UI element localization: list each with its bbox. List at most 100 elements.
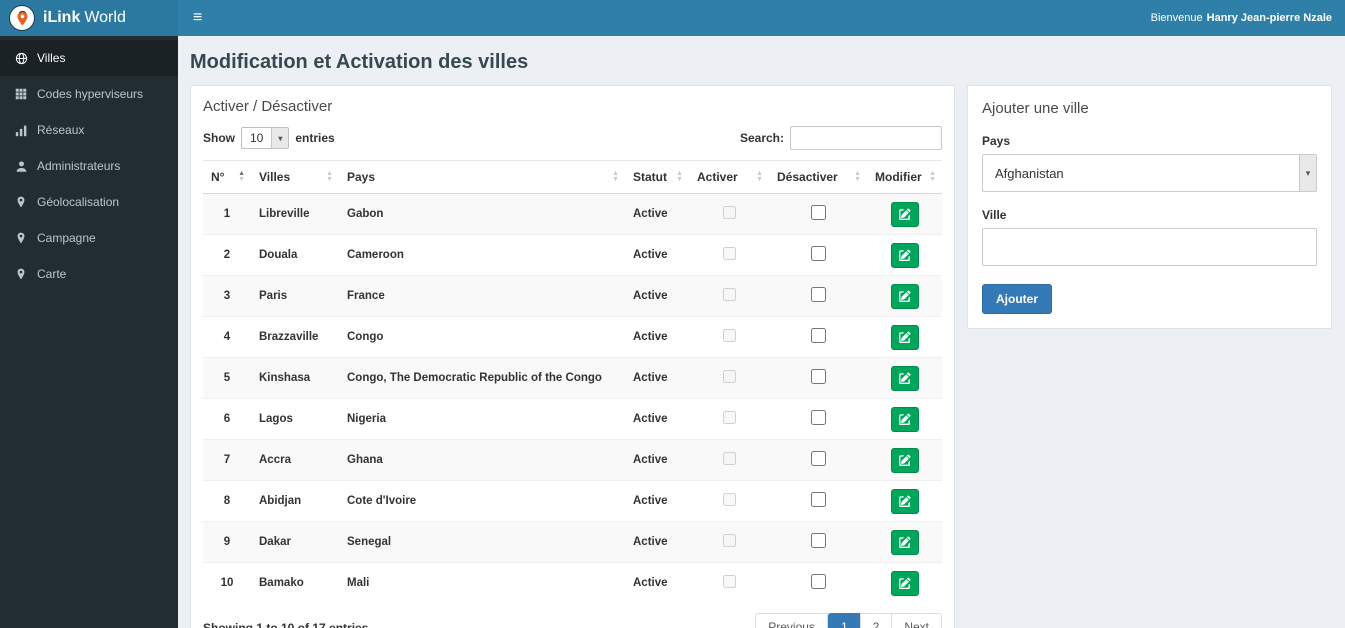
cell-modifier: [867, 357, 942, 399]
search-label: Search:: [739, 131, 784, 145]
table-header-row: N° ▲ ▼ Villes ▲ ▼ Pays ▲ ▼ Statut ▲ ▼ Active…: [203, 160, 942, 194]
cell-statut: Active: [625, 562, 689, 604]
table-card-title: Activer / Désactiver: [203, 98, 333, 115]
cell-pays: Cote d'Ivoire: [339, 480, 625, 522]
cell-activer: [689, 562, 769, 604]
table-column-header[interactable]: Villes ▲ ▼: [251, 160, 339, 194]
sort-icon: ▲ ▼: [929, 170, 936, 183]
pagination-page-2[interactable]: 2: [859, 612, 893, 628]
edit-button[interactable]: [890, 242, 919, 268]
search-input[interactable]: [790, 126, 942, 150]
ajouter-button[interactable]: Ajouter: [982, 284, 1052, 314]
edit-icon: [898, 371, 911, 385]
edit-button[interactable]: [890, 447, 919, 473]
desactiver-checkbox[interactable]: [810, 574, 826, 590]
edit-icon: [898, 494, 911, 508]
cell-statut: Active: [625, 357, 689, 399]
ville-input[interactable]: [982, 228, 1317, 266]
cell-modifier: [867, 521, 942, 563]
desactiver-checkbox[interactable]: [810, 246, 826, 261]
sidebar-item-carte[interactable]: Carte: [0, 256, 178, 292]
cell-modifier: [867, 234, 942, 276]
app-logo-icon: [9, 5, 35, 31]
edit-button[interactable]: [890, 406, 919, 432]
edit-button[interactable]: [890, 324, 919, 350]
cell-ville: Dakar: [251, 521, 339, 563]
cell-statut: Active: [625, 275, 689, 317]
activer-checkbox: [722, 206, 736, 219]
pays-selected-value: Afghanistan: [995, 165, 1064, 181]
pays-label: Pays: [982, 134, 1011, 148]
cell-activer: [689, 357, 769, 399]
cell-modifier: [867, 316, 942, 358]
pays-select[interactable]: Afghanistan ▾: [982, 154, 1317, 192]
desactiver-checkbox[interactable]: [810, 205, 826, 220]
cell-activer: [689, 439, 769, 481]
cell-activer: [689, 193, 769, 235]
cell-ville: Accra: [251, 439, 339, 481]
cell-activer: [689, 480, 769, 522]
table-row: 8 Abidjan Cote d'Ivoire Active: [203, 480, 942, 522]
content-columns: Activer / Désactiver Show 10 ▾ entries S…: [178, 85, 1345, 628]
desactiver-checkbox[interactable]: [810, 533, 826, 548]
edit-button[interactable]: [890, 529, 919, 555]
desactiver-checkbox[interactable]: [810, 369, 826, 384]
table-column-header[interactable]: Statut ▲ ▼: [625, 160, 689, 194]
cell-desactiver: [769, 193, 867, 235]
cell-desactiver: [769, 521, 867, 563]
edit-button[interactable]: [890, 201, 919, 227]
page-length-value: 10: [250, 131, 264, 145]
cell-desactiver: [769, 275, 867, 317]
table-body: 1 Libreville Gabon Active 2 Douala Camer…: [203, 193, 942, 604]
page-length-select[interactable]: 10 ▾: [241, 127, 290, 149]
cell-statut: Active: [625, 234, 689, 276]
marker-icon: [14, 268, 28, 280]
table-column-header[interactable]: Activer ▲ ▼: [689, 160, 769, 194]
cell-desactiver: [769, 357, 867, 399]
sidebar-item-villes[interactable]: Villes: [0, 40, 178, 76]
desactiver-checkbox[interactable]: [810, 451, 826, 466]
table-row: 10 Bamako Mali Active: [203, 562, 942, 604]
cell-numero: 9: [203, 521, 251, 563]
cell-ville: Douala: [251, 234, 339, 276]
sidebar-item-campagne[interactable]: Campagne: [0, 220, 178, 256]
table-row: 4 Brazzaville Congo Active: [203, 316, 942, 358]
cell-desactiver: [769, 398, 867, 440]
sidebar-item-administrateurs[interactable]: Administrateurs: [0, 148, 178, 184]
desactiver-checkbox[interactable]: [810, 328, 826, 343]
table-row: 2 Douala Cameroon Active: [203, 234, 942, 276]
brand[interactable]: iLink World: [0, 0, 178, 36]
desactiver-checkbox[interactable]: [810, 492, 826, 507]
edit-button[interactable]: [890, 488, 919, 514]
table-row: 7 Accra Ghana Active: [203, 439, 942, 481]
pagination-page-1[interactable]: 1: [827, 612, 861, 628]
desactiver-checkbox[interactable]: [810, 287, 826, 302]
table-row: 6 Lagos Nigeria Active: [203, 398, 942, 440]
cell-modifier: [867, 439, 942, 481]
table-column-header[interactable]: Modifier ▲ ▼: [867, 160, 942, 194]
cell-numero: 6: [203, 398, 251, 440]
table-column-header[interactable]: N° ▲ ▼: [203, 160, 251, 194]
desactiver-checkbox[interactable]: [810, 410, 826, 425]
activer-checkbox: [722, 411, 736, 424]
edit-button[interactable]: [890, 365, 919, 391]
sidebar-item-codes-hyperviseurs[interactable]: Codes hyperviseurs: [0, 76, 178, 112]
sort-icon: ▲ ▼: [854, 170, 861, 183]
edit-icon: [898, 207, 911, 221]
sidebar-menu: Villes Codes hyperviseurs Réseaux Admini…: [0, 36, 178, 292]
welcome-prefix: Bienvenue: [1150, 12, 1203, 24]
pagination-previous[interactable]: Previous: [755, 612, 828, 628]
cell-desactiver: [769, 316, 867, 358]
table-column-header[interactable]: Pays ▲ ▼: [339, 160, 625, 194]
sidebar-toggle-button[interactable]: ≡: [178, 0, 217, 36]
activer-checkbox: [722, 575, 736, 589]
sidebar-item-reseaux[interactable]: Réseaux: [0, 112, 178, 148]
edit-button[interactable]: [890, 283, 919, 309]
cell-pays: Congo: [339, 316, 625, 358]
activer-checkbox: [722, 370, 736, 383]
table-column-header[interactable]: Désactiver ▲ ▼: [769, 160, 867, 194]
cell-statut: Active: [625, 316, 689, 358]
pagination-next[interactable]: Next: [891, 612, 942, 628]
edit-button[interactable]: [890, 570, 919, 596]
sidebar-item-geolocalisation[interactable]: Géolocalisation: [0, 184, 178, 220]
